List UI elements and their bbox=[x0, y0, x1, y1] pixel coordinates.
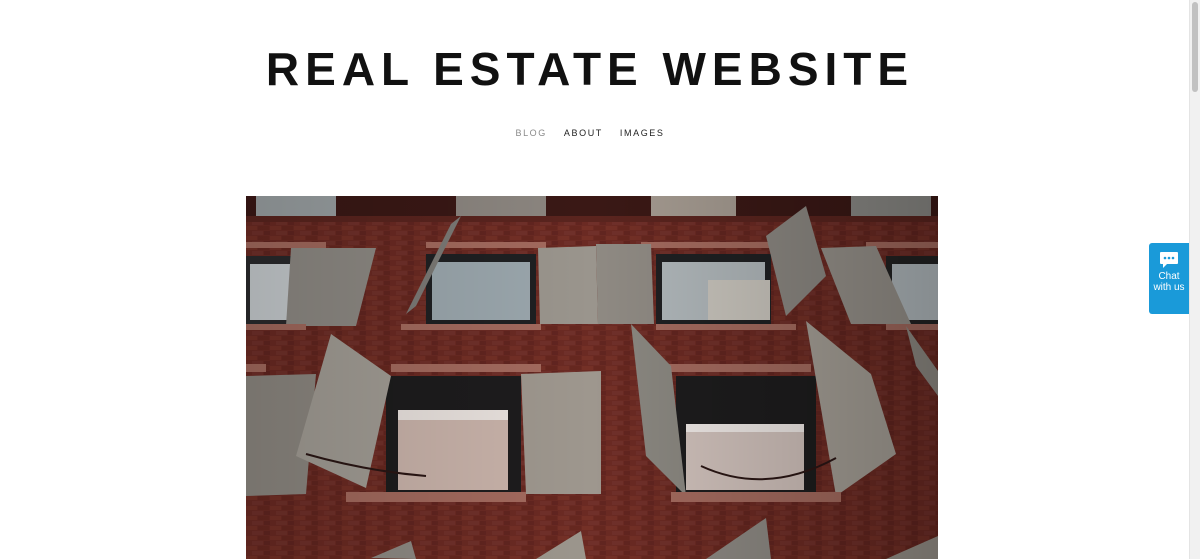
chat-bubble-icon bbox=[1160, 252, 1178, 268]
building-facade-photo bbox=[246, 196, 938, 559]
page-scrollbar[interactable] bbox=[1189, 0, 1200, 559]
nav-item-images[interactable]: IMAGES bbox=[620, 127, 665, 139]
chat-widget-button[interactable]: Chat with us bbox=[1149, 243, 1189, 314]
scrollbar-thumb[interactable] bbox=[1192, 2, 1198, 92]
hero-image bbox=[246, 196, 938, 559]
main-nav: BLOG ABOUT IMAGES bbox=[0, 127, 1180, 139]
nav-item-about[interactable]: ABOUT bbox=[564, 127, 603, 139]
chat-widget-label: Chat with us bbox=[1153, 271, 1185, 293]
nav-item-blog[interactable]: BLOG bbox=[515, 127, 546, 139]
site-title: REAL ESTATE WEBSITE bbox=[265, 43, 915, 95]
